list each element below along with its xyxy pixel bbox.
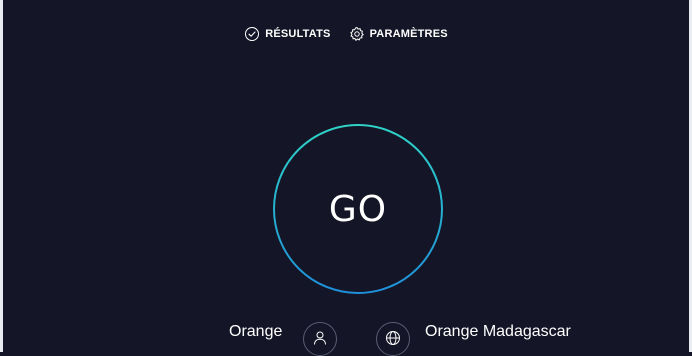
server-name[interactable]: Orange Madagascar xyxy=(425,323,571,341)
user-icon xyxy=(314,331,326,345)
nav-results[interactable]: RÉSULTATS xyxy=(244,26,330,42)
isp-icon-badge xyxy=(303,322,337,356)
connection-info: Orange Orange Madagascar xyxy=(0,320,692,356)
nav-settings-label: PARAMÈTRES xyxy=(369,28,448,40)
go-button[interactable]: GO xyxy=(272,123,444,295)
nav-results-label: RÉSULTATS xyxy=(265,28,331,40)
go-label: GO xyxy=(328,188,388,230)
top-nav: RÉSULTATS PARAMÈTRES xyxy=(0,26,692,42)
isp-name: Orange xyxy=(229,323,283,340)
nav-settings[interactable]: PARAMÈTRES xyxy=(349,26,448,42)
server-icon-badge[interactable] xyxy=(376,322,410,356)
globe-icon xyxy=(386,331,400,345)
gear-icon xyxy=(349,27,364,41)
check-circle-icon xyxy=(245,27,260,41)
